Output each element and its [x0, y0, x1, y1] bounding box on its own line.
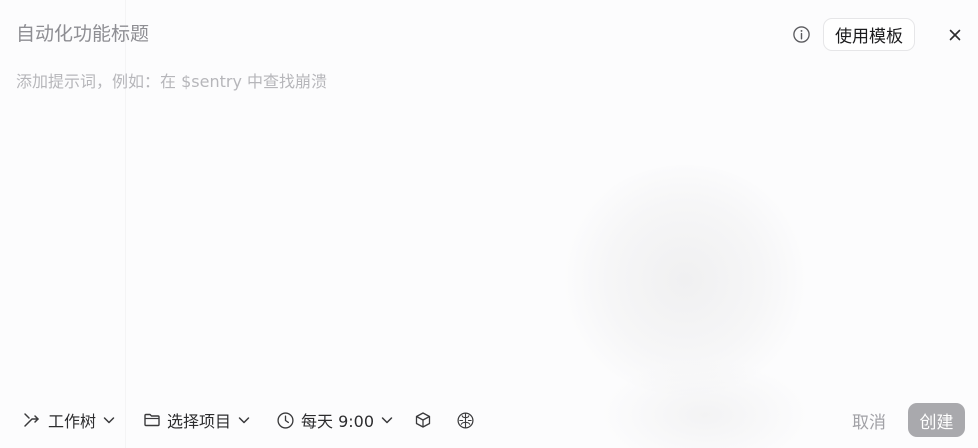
brain-icon[interactable] [454, 409, 476, 431]
project-selector[interactable]: 选择项目 [143, 404, 251, 436]
branch-arrow-icon [22, 410, 42, 430]
automation-dialog: 自动化功能标题 使用模板 添加提示词，例如：在 $sentry 中查找崩溃 工作… [0, 0, 978, 448]
project-label: 选择项目 [167, 412, 232, 431]
folder-icon [143, 411, 161, 429]
create-button[interactable]: 创建 [908, 403, 965, 437]
cube-icon[interactable] [412, 409, 434, 431]
worktree-label: 工作树 [48, 412, 97, 431]
schedule-label: 每天 9:00 [301, 412, 375, 431]
title-input[interactable]: 自动化功能标题 [16, 21, 149, 47]
close-icon[interactable] [944, 24, 966, 46]
chevron-down-icon [102, 413, 116, 427]
background-divider [125, 0, 126, 448]
schedule-selector[interactable]: 每天 9:00 [276, 404, 394, 436]
cancel-button[interactable]: 取消 [844, 404, 894, 436]
worktree-selector[interactable]: 工作树 [22, 404, 116, 436]
use-template-button[interactable]: 使用模板 [823, 18, 915, 51]
info-circle-icon[interactable] [791, 24, 811, 44]
chevron-down-icon [380, 413, 394, 427]
background-ghost [0, 0, 978, 448]
chevron-down-icon [237, 413, 251, 427]
background-blur [560, 165, 810, 395]
prompt-input[interactable]: 添加提示词，例如：在 $sentry 中查找崩溃 [16, 70, 327, 94]
background-blur [600, 360, 810, 448]
clock-icon [276, 411, 295, 430]
